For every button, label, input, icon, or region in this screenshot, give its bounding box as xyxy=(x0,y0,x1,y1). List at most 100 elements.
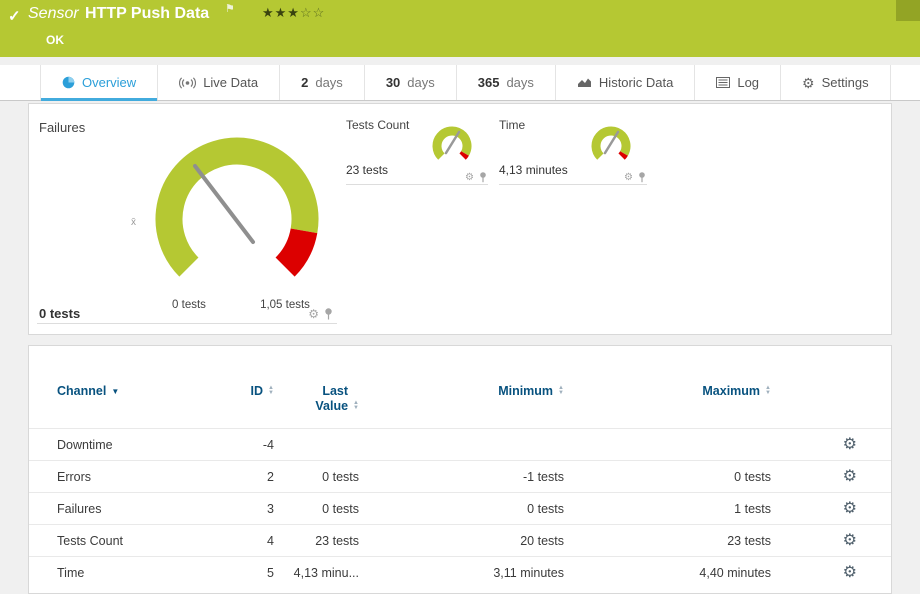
channel-last-value: 0 tests xyxy=(274,461,359,493)
sort-icon: ▲▼ xyxy=(765,386,771,396)
live-data-icon xyxy=(179,77,196,89)
tab-number: 30 xyxy=(386,75,400,90)
channel-id: 3 xyxy=(214,493,274,525)
tab-overview[interactable]: Overview xyxy=(40,65,158,100)
channel-name[interactable]: Time xyxy=(29,557,214,589)
channel-id: 5 xyxy=(214,557,274,589)
column-header-last-value[interactable]: LastValue ▲▼ xyxy=(274,376,359,429)
column-label: LastValue xyxy=(315,384,348,414)
tab-settings[interactable]: ⚙ Settings xyxy=(781,65,891,100)
failures-gauge: Failures x̄ 0 tests 1,05 tests 0 tests ⚙ xyxy=(37,112,337,324)
sort-icon: ▲▼ xyxy=(353,401,359,411)
tab-30-days[interactable]: 30 days xyxy=(365,65,457,100)
gauge-scale-min: 0 tests xyxy=(149,299,229,311)
table-row[interactable]: Errors 2 0 tests -1 tests 0 tests ⚙ xyxy=(29,461,892,493)
tab-label: Log xyxy=(737,75,759,90)
tab-label: Live Data xyxy=(203,75,258,90)
tab-log[interactable]: Log xyxy=(695,65,781,100)
tab-unit: days xyxy=(506,75,533,90)
gauge-actions: ⚙ xyxy=(624,172,646,183)
gear-icon[interactable]: ⚙ xyxy=(308,307,319,321)
tab-number: 2 xyxy=(301,75,308,90)
channel-settings-icon[interactable]: ⚙ xyxy=(843,564,857,581)
gauge-current-value: 0 tests xyxy=(39,306,80,321)
tab-number: 365 xyxy=(478,75,500,90)
sort-icon: ▲▼ xyxy=(558,386,564,396)
channel-name[interactable]: Tests Count xyxy=(29,525,214,557)
table-row[interactable]: Failures 3 0 tests 0 tests 1 tests ⚙ xyxy=(29,493,892,525)
column-header-id[interactable]: ID ▲▼ xyxy=(214,376,274,429)
channel-maximum: 1 tests xyxy=(564,493,771,525)
sensor-header: ✓ Sensor HTTP Push Data ⚑ ★★★☆☆ OK xyxy=(0,0,920,57)
prtg-sensor-page: ✓ Sensor HTTP Push Data ⚑ ★★★☆☆ OK Overv… xyxy=(0,0,920,594)
channel-name[interactable]: Failures xyxy=(29,493,214,525)
pin-icon[interactable] xyxy=(479,172,487,183)
column-label: Channel xyxy=(57,384,106,398)
header-corner-button[interactable] xyxy=(896,0,920,21)
channel-last-value: 0 tests xyxy=(274,493,359,525)
tab-live-data[interactable]: Live Data xyxy=(158,65,280,100)
channels-table: Channel▼ ID ▲▼ LastValue ▲▼ Minimum▲▼ Maxi… xyxy=(29,376,892,589)
table-row[interactable]: Downtime -4 ⚙ xyxy=(29,429,892,461)
channel-name[interactable]: Errors xyxy=(29,461,214,493)
channel-maximum: 23 tests xyxy=(564,525,771,557)
channel-maximum: 0 tests xyxy=(564,461,771,493)
time-gauge: Time 4,13 minutes ⚙ xyxy=(499,116,647,185)
stars-filled[interactable]: ★★★ xyxy=(262,5,300,20)
column-header-maximum[interactable]: Maximum ▲▼ xyxy=(564,376,771,429)
channel-settings-icon[interactable]: ⚙ xyxy=(843,500,857,517)
status-check-icon: ✓ xyxy=(8,7,21,25)
historic-data-icon xyxy=(577,77,592,88)
gear-icon[interactable]: ⚙ xyxy=(624,172,633,183)
table-row[interactable]: Tests Count 4 23 tests 20 tests 23 tests… xyxy=(29,525,892,557)
pin-icon[interactable] xyxy=(324,308,333,320)
sort-icon: ▲▼ xyxy=(268,386,274,396)
channel-id: 4 xyxy=(214,525,274,557)
mean-marker: x̄ xyxy=(131,217,136,228)
gauge-actions: ⚙ xyxy=(465,172,487,183)
channel-maximum: 4,40 minutes xyxy=(564,557,771,589)
column-header-minimum[interactable]: Minimum▲▼ xyxy=(359,376,564,429)
channel-settings-icon[interactable]: ⚙ xyxy=(843,532,857,549)
tab-label: Historic Data xyxy=(599,75,673,90)
gear-icon[interactable]: ⚙ xyxy=(465,172,474,183)
channel-id: -4 xyxy=(214,429,274,461)
channel-minimum xyxy=(359,429,564,461)
tab-label: Overview xyxy=(82,75,136,90)
sensor-title: HTTP Push Data xyxy=(85,5,209,23)
column-label: Maximum xyxy=(702,384,760,398)
gauge-title: Time xyxy=(499,118,525,132)
channel-minimum: 20 tests xyxy=(359,525,564,557)
sensor-kind-label: Sensor xyxy=(28,5,79,23)
table-header-row: Channel▼ ID ▲▼ LastValue ▲▼ Minimum▲▼ Maxi… xyxy=(29,376,892,429)
gauge-title: Tests Count xyxy=(346,118,409,132)
tab-365-days[interactable]: 365 days xyxy=(457,65,556,100)
channel-name[interactable]: Downtime xyxy=(29,429,214,461)
pin-icon[interactable] xyxy=(638,172,646,183)
channel-last-value xyxy=(274,429,359,461)
priority-rating[interactable]: ★★★☆☆ xyxy=(262,5,325,21)
channel-minimum: 3,11 minutes xyxy=(359,557,564,589)
channel-settings-icon[interactable]: ⚙ xyxy=(843,436,857,453)
channel-minimum: 0 tests xyxy=(359,493,564,525)
channel-maximum xyxy=(564,429,771,461)
stars-empty[interactable]: ☆☆ xyxy=(300,5,325,20)
tests-count-gauge: Tests Count 23 tests ⚙ xyxy=(346,116,488,185)
channel-settings-icon[interactable]: ⚙ xyxy=(843,468,857,485)
channels-panel: Channel▼ ID ▲▼ LastValue ▲▼ Minimum▲▼ Maxi… xyxy=(28,345,892,594)
column-header-channel[interactable]: Channel▼ xyxy=(29,376,214,429)
column-label: ID xyxy=(251,384,264,398)
tab-historic-data[interactable]: Historic Data xyxy=(556,65,695,100)
column-header-actions xyxy=(771,376,892,429)
overview-icon xyxy=(62,76,75,89)
table-row[interactable]: Time 5 4,13 minu... 3,11 minutes 4,40 mi… xyxy=(29,557,892,589)
gauge-current-value: 4,13 minutes xyxy=(499,163,568,177)
tests-count-gauge-dial xyxy=(428,120,478,170)
flag-icon[interactable]: ⚑ xyxy=(225,2,235,15)
gauges-panel: Failures x̄ 0 tests 1,05 tests 0 tests ⚙… xyxy=(28,103,892,335)
tab-2-days[interactable]: 2 days xyxy=(280,65,365,100)
gauge-title: Failures xyxy=(39,120,85,135)
gauge-current-value: 23 tests xyxy=(346,163,388,177)
tab-unit: days xyxy=(315,75,342,90)
tab-bar: Overview Live Data 2 days 30 days 365 da… xyxy=(0,65,920,101)
